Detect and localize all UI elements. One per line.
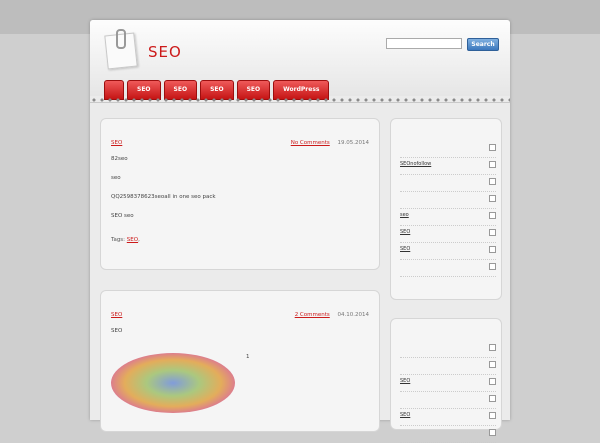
bullet-icon (489, 144, 496, 151)
post-meta: 2 Comments 04.10.2014 (295, 312, 369, 318)
paperclip-icon (116, 29, 126, 49)
widget-list-item[interactable]: SEO (400, 409, 496, 426)
post-card: SEO No Comments 19.05.2014 82seo seo QQ2… (100, 118, 380, 270)
post-tags: Tags: SEO, (111, 237, 140, 243)
post-meta: No Comments 19.05.2014 (291, 140, 369, 146)
post-paragraph: QQ2598378623seoall in one seo pack (111, 194, 216, 200)
post-paragraph: SEO seo (111, 213, 134, 219)
widget-list: SEOnofollow seo SEO SEO (400, 141, 496, 277)
widget-list-item[interactable] (400, 260, 496, 277)
post-paragraph: seo (111, 175, 121, 181)
post-date: 19.05.2014 (337, 140, 370, 146)
bullet-icon (489, 429, 496, 436)
post-card: SEO 2 Comments 04.10.2014 SEO 1 (100, 290, 380, 432)
bullet-icon (489, 412, 496, 419)
site-title[interactable]: SEO (148, 43, 182, 61)
comments-link[interactable]: 2 Comments (295, 312, 330, 318)
widget-list-item[interactable] (400, 175, 496, 192)
post-paragraph: 1 (246, 354, 250, 360)
widget-link[interactable]: SEO (400, 229, 410, 235)
widget-link[interactable]: SEOnofollow (400, 161, 431, 167)
widget-list-item[interactable]: SEO (400, 243, 496, 260)
widget-list: SEO SEO (400, 341, 496, 443)
widget-list-item[interactable] (400, 426, 496, 443)
bullet-icon (489, 361, 496, 368)
post-body: 82seo seo QQ2598378623seoall in one seo … (111, 155, 367, 231)
widget-list-item[interactable]: seo (400, 209, 496, 226)
sidebar-widget-recent: SEOnofollow seo SEO SEO (390, 118, 502, 300)
widget-link[interactable]: seo (400, 212, 409, 218)
widget-list-item[interactable] (400, 141, 496, 158)
widget-list-item[interactable]: SEO (400, 226, 496, 243)
widget-link[interactable]: SEO (400, 412, 410, 418)
comments-link[interactable]: No Comments (291, 140, 330, 146)
post-paragraph: SEO (111, 328, 123, 334)
widget-list-item[interactable] (400, 192, 496, 209)
bullet-icon (489, 195, 496, 202)
header: SEO Search SEO SEO SEO SEO WordPress (90, 20, 510, 100)
post-body: SEO (111, 327, 367, 346)
widget-list-item[interactable] (400, 358, 496, 375)
page-container: SEO Search SEO SEO SEO SEO WordPress SEO… (90, 20, 510, 443)
widget-list-item[interactable] (400, 341, 496, 358)
widget-link[interactable]: SEO (400, 246, 410, 252)
widget-list-item[interactable]: SEOnofollow (400, 158, 496, 175)
tags-label: Tags: (111, 237, 126, 243)
bullet-icon (489, 229, 496, 236)
post-date: 04.10.2014 (337, 312, 370, 318)
post-side-text: 1 (246, 353, 371, 362)
post-category-link[interactable]: SEO (111, 140, 122, 146)
search-button[interactable]: Search (467, 38, 499, 51)
bullet-icon (489, 344, 496, 351)
bullet-icon (489, 378, 496, 385)
widget-list-item[interactable]: SEO (400, 375, 496, 392)
bullet-icon (489, 212, 496, 219)
bullet-icon (489, 178, 496, 185)
bullet-icon (489, 263, 496, 270)
bullet-icon (489, 395, 496, 402)
post-category-link[interactable]: SEO (111, 312, 122, 318)
post-paragraph: 82seo (111, 156, 128, 162)
bullet-icon (489, 161, 496, 168)
divider (90, 102, 510, 103)
search-input[interactable] (386, 38, 462, 49)
tag-link[interactable]: SEO (127, 237, 138, 243)
widget-list-item[interactable] (400, 392, 496, 409)
bullet-icon (489, 246, 496, 253)
widget-link[interactable]: SEO (400, 378, 410, 384)
sidebar-widget-popular: SEO SEO (390, 318, 502, 443)
tag-cloud-image (111, 353, 235, 413)
